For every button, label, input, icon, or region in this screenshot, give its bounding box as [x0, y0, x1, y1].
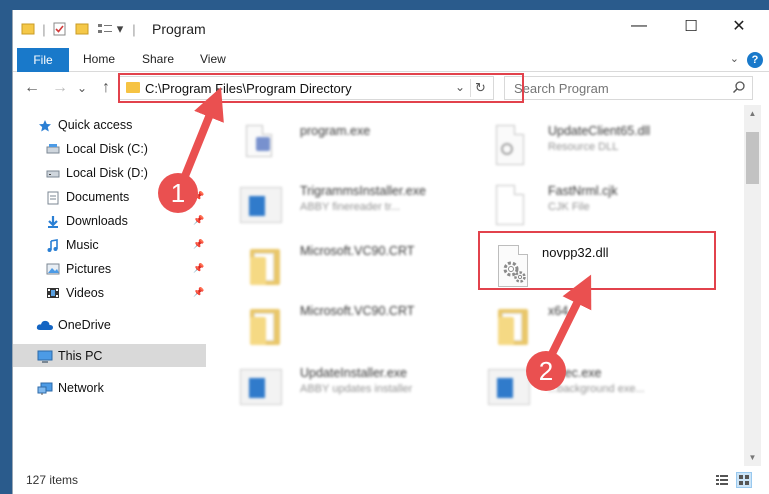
annotation-arrows — [177, 87, 592, 372]
step-badge-1: 1 — [158, 173, 198, 213]
step-badge-2: 2 — [526, 351, 566, 391]
explorer-window: | ▾ | Program — ☐ ✕ File Home Share View… — [12, 10, 769, 494]
arrow-to-address-bar — [177, 87, 224, 190]
